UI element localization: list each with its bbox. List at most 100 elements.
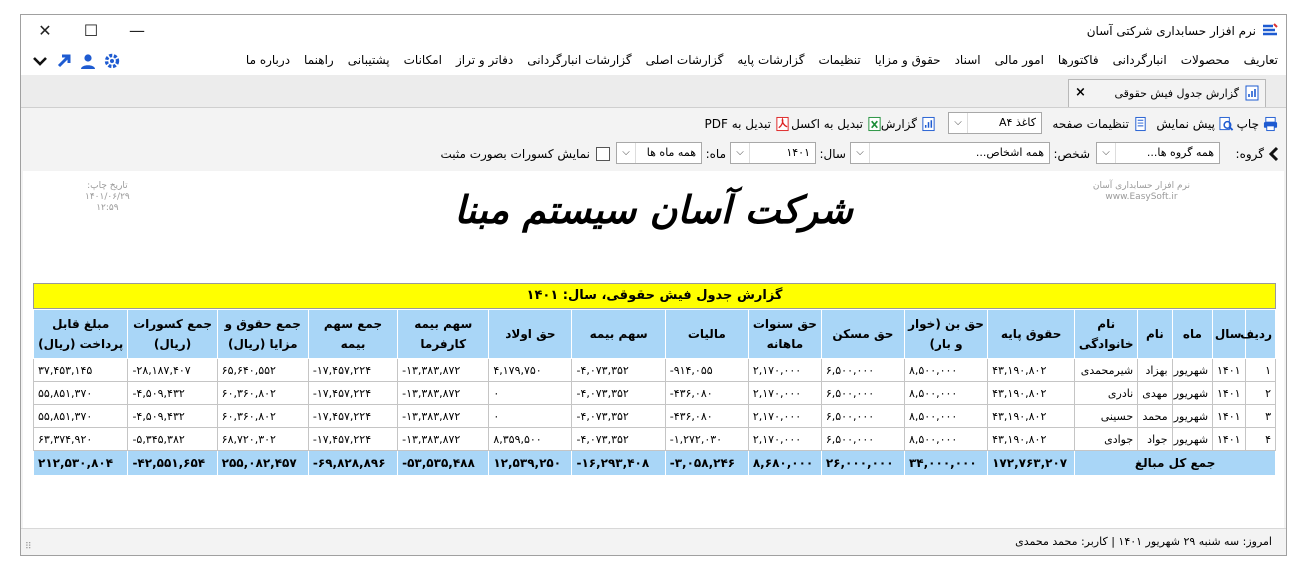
column-header[interactable]: سال <box>1212 309 1246 359</box>
preview-label: پیش نمایش <box>1156 117 1215 131</box>
print-button[interactable]: چاپ <box>1237 116 1278 132</box>
column-header[interactable]: مبلغ قابل پرداخت (ریال) <box>32 309 129 359</box>
table-cell: -۱۷,۴۵۷,۲۲۴ <box>307 381 399 405</box>
user-icon[interactable] <box>79 52 97 70</box>
chevron-down-icon[interactable] <box>31 52 49 70</box>
export-excel-button[interactable]: تبدیل به اکسل <box>791 116 882 132</box>
export-pdf-label: تبدیل به PDF <box>704 117 771 131</box>
status-text: امروز: سه شنبه ۲۹ شهریور ۱۴۰۱ | کاربر: م… <box>1015 535 1272 548</box>
menu-item[interactable]: اسناد <box>955 53 981 67</box>
menu-item[interactable]: انبارگردانی <box>1113 53 1167 67</box>
table-cell: -۱,۲۷۲,۰۳۰ <box>664 427 749 451</box>
column-header[interactable]: نام <box>1137 309 1173 359</box>
menu-item[interactable]: پشتیبانی <box>348 53 390 67</box>
table-cell: شهریور <box>1171 381 1214 405</box>
column-header[interactable]: حق بن (خوار و بار) <box>903 309 989 359</box>
table-cell: -۱۳,۳۸۳,۸۷۲ <box>397 381 490 405</box>
report-doc-icon <box>1245 85 1259 101</box>
group-value: همه گروه ها... <box>1146 146 1214 159</box>
arrow-up-right-icon[interactable] <box>55 52 73 70</box>
column-header[interactable]: جمع کسورات (ریال) <box>127 309 218 359</box>
page-icon <box>1135 116 1146 132</box>
table-cell: ۸,۳۵۹,۵۰۰ <box>488 427 573 451</box>
menu-item[interactable]: راهنما <box>304 53 334 67</box>
menu-item[interactable]: محصولات <box>1181 53 1230 67</box>
table-cell: ۶,۵۰۰,۰۰۰ <box>820 381 905 405</box>
table-cell: ۲,۱۷۰,۰۰۰ <box>747 358 822 382</box>
column-header[interactable]: سهم بیمه <box>571 309 666 359</box>
table-cell: حسینی <box>1074 404 1139 428</box>
table-cell: -۴,۰۷۳,۳۵۲ <box>571 427 666 451</box>
table-cell: ۸,۵۰۰,۰۰۰ <box>903 381 989 405</box>
menu-icons <box>31 52 121 70</box>
table-cell: ۲,۱۷۰,۰۰۰ <box>747 404 822 428</box>
page-setup-button[interactable]: تنظیمات صفحه <box>1052 116 1148 132</box>
table-row[interactable]: ۳ ۱۴۰۱ شهریور محمد حسینی ۴۳,۱۹۰,۸۰۲ ۸,۵۰۰,۰۰۰ ۶… <box>32 404 1277 428</box>
column-header[interactable]: حق سنوات ماهانه <box>747 309 822 359</box>
tab-payroll-report[interactable]: گزارش جدول فیش حقوقی × <box>1068 79 1266 107</box>
column-header[interactable]: نام خانوادگی <box>1074 309 1139 359</box>
menu-item[interactable]: گزارشات اصلی <box>646 53 724 67</box>
table-row[interactable]: ۱ ۱۴۰۱ شهریور بهزاد شیرمحمدی ۴۳,۱۹۰,۸۰۲ ۸,۵۰۰,… <box>32 358 1277 382</box>
export-pdf-button[interactable]: تبدیل به PDF <box>705 116 790 132</box>
year-select[interactable]: ۱۴۰۱ ⌵ <box>730 142 816 164</box>
table-cell: ۱۴۰۱ <box>1212 381 1246 405</box>
tab-close-button[interactable]: × <box>1075 85 1086 100</box>
table-cell: نادری <box>1074 381 1139 405</box>
status-bar: امروز: سه شنبه ۲۹ شهریور ۱۴۰۱ | کاربر: م… <box>21 528 1286 555</box>
preview-button[interactable]: پیش نمایش <box>1156 116 1234 132</box>
report-button[interactable]: گزارش <box>881 116 936 132</box>
close-window-button[interactable]: ✕ <box>33 19 57 43</box>
resize-grip-icon[interactable]: ⠿ <box>25 542 32 552</box>
table-cell: جوادی <box>1074 427 1139 451</box>
minimize-window-button[interactable]: — <box>125 19 149 43</box>
column-header[interactable]: حقوق پایه <box>987 309 1076 359</box>
table-cell: ۲,۱۷۰,۰۰۰ <box>747 427 822 451</box>
positive-deductions-checkbox[interactable] <box>596 147 610 161</box>
total-cell: -۵۳,۵۳۵,۴۸۸ <box>397 450 490 476</box>
menu-item[interactable]: فاکتورها <box>1058 53 1099 67</box>
column-header[interactable]: حق مسکن <box>820 309 905 359</box>
table-cell: -۴,۰۷۳,۳۵۲ <box>571 381 666 405</box>
table-cell: -۹۱۴,۰۵۵ <box>664 358 749 382</box>
chevron-down-icon: ⌵ <box>851 143 870 163</box>
group-select[interactable]: همه گروه ها... ⌵ <box>1096 142 1220 164</box>
maximize-window-button[interactable]: ☐ <box>79 19 103 43</box>
menu-item[interactable]: گزارشات انبارگردانی <box>527 53 631 67</box>
table-row[interactable]: ۲ ۱۴۰۱ شهریور مهدی نادری ۴۳,۱۹۰,۸۰۲ ۸,۵۰۰,۰۰۰ ۶… <box>32 381 1277 405</box>
table-cell: ۰ <box>488 381 573 405</box>
menu-item[interactable]: درباره ما <box>246 53 290 67</box>
column-header[interactable]: جمع حقوق و مزایا (ریال) <box>216 309 309 359</box>
menu-item[interactable]: امکانات <box>404 53 442 67</box>
table-body: ۱ ۱۴۰۱ شهریور بهزاد شیرمحمدی ۴۳,۱۹۰,۸۰۲ ۸,۵۰۰,… <box>32 358 1277 476</box>
paper-size-value: کاغذ A۴ <box>998 116 1036 129</box>
column-header[interactable]: سهم بیمه کارفرما <box>397 309 490 359</box>
month-select[interactable]: همه ماه ها ⌵ <box>616 142 702 164</box>
table-cell: ۸,۵۰۰,۰۰۰ <box>903 358 989 382</box>
page-setup-label: تنظیمات صفحه <box>1052 117 1129 131</box>
column-header[interactable]: ردیف <box>1240 309 1277 359</box>
gear-icon[interactable] <box>103 52 121 70</box>
chevron-left-icon[interactable] <box>1268 146 1280 162</box>
total-cell: -۱۶,۲۹۳,۴۰۸ <box>571 450 666 476</box>
table-cell: ۱۴۰۱ <box>1212 427 1246 451</box>
column-header[interactable]: حق اولاد <box>488 309 573 359</box>
chevron-down-icon: ⌵ <box>949 113 968 133</box>
menu-item[interactable]: حقوق و مزایا <box>875 53 941 67</box>
preview-icon <box>1219 116 1234 131</box>
payroll-table-wrap: گزارش جدول فیش حقوقی، سال: ۱۴۰۱ ردیف سال م… <box>32 283 1277 476</box>
column-header[interactable]: ماه <box>1171 309 1214 359</box>
column-header[interactable]: مالیات <box>664 309 749 359</box>
person-select[interactable]: همه اشخاص... ⌵ <box>850 142 1050 164</box>
menu-item[interactable]: دفاتر و تراز <box>456 53 513 67</box>
table-cell: -۴,۰۷۳,۳۵۲ <box>571 358 666 382</box>
person-value: همه اشخاص... <box>975 146 1044 159</box>
total-cell: ۱۷۲,۷۶۳,۲۰۷ <box>987 450 1076 476</box>
table-row[interactable]: ۴ ۱۴۰۱ شهریور جواد جوادی ۴۳,۱۹۰,۸۰۲ ۸,۵۰۰,۰۰۰ ۶… <box>32 427 1277 451</box>
menu-item[interactable]: امور مالی <box>995 53 1044 67</box>
menu-item[interactable]: تعاریف <box>1244 53 1278 67</box>
paper-size-select[interactable]: کاغذ A۴ ⌵ <box>948 112 1042 134</box>
menu-item[interactable]: گزارشات پایه <box>737 53 804 67</box>
column-header[interactable]: جمع سهم بیمه <box>307 309 399 359</box>
menu-item[interactable]: تنظیمات <box>818 53 860 67</box>
